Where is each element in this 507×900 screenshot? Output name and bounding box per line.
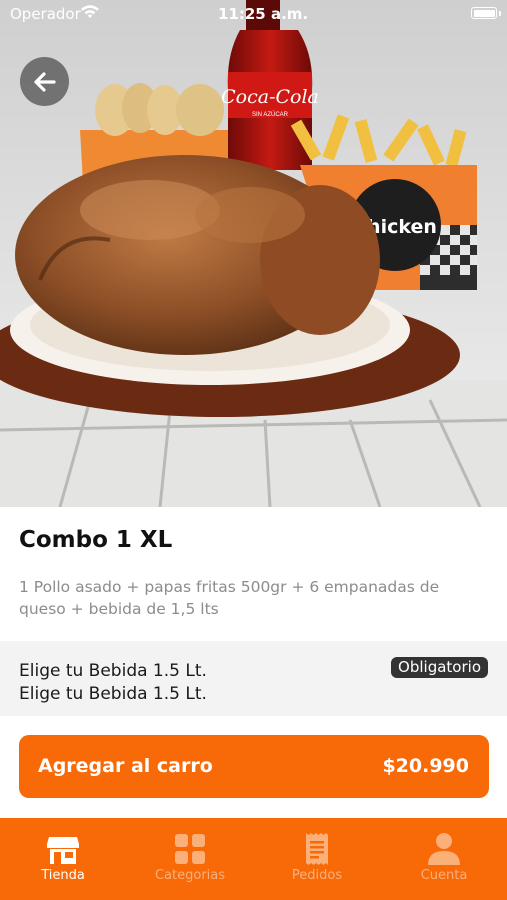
battery-icon	[471, 7, 497, 19]
required-badge: Obligatorio	[391, 657, 488, 678]
carrier-name: Operador	[10, 5, 81, 23]
product-image: Coca-Cola SIN AZÚCAR Chicken	[0, 0, 507, 507]
tab-categorias[interactable]: Categorias	[127, 818, 253, 900]
option-label: Elige tu Bebida 1.5 Lt.	[19, 661, 207, 681]
product-title: Combo 1 XL	[19, 527, 173, 553]
arrow-left-icon	[33, 71, 56, 92]
cart-price: $20.990	[382, 755, 469, 777]
tab-bar: Tienda Categorias Pedidos Cuenta	[0, 818, 507, 900]
tab-pedidos[interactable]: Pedidos	[254, 818, 380, 900]
grid-icon	[175, 834, 205, 864]
tab-cuenta[interactable]: Cuenta	[381, 818, 507, 900]
add-to-cart-button[interactable]: Agregar al carro $20.990	[19, 735, 489, 798]
tab-label-cuenta: Cuenta	[420, 868, 468, 883]
tab-label-pedidos: Pedidos	[291, 868, 343, 883]
drink-option-section[interactable]: Elige tu Bebida 1.5 Lt. Elige tu Bebida …	[0, 641, 507, 716]
bottle-sub-label: SIN AZÚCAR	[252, 111, 289, 118]
tab-tienda[interactable]: Tienda	[0, 818, 126, 900]
back-button[interactable]	[20, 57, 69, 106]
option-label-secondary: Elige tu Bebida 1.5 Lt.	[19, 684, 207, 704]
user-icon	[428, 833, 460, 865]
wifi-icon	[80, 4, 100, 24]
tab-label-tienda: Tienda	[41, 868, 85, 883]
status-time: 11:25 a.m.	[218, 5, 309, 23]
product-description: 1 Pollo asado + papas fritas 500gr + 6 e…	[19, 578, 440, 618]
add-to-cart-label: Agregar al carro	[38, 755, 213, 777]
bottle-brand-label: Coca-Cola	[221, 86, 319, 108]
battery-nub	[499, 11, 501, 16]
product-photo-illustration: Coca-Cola SIN AZÚCAR Chicken	[0, 0, 507, 507]
store-icon	[47, 837, 79, 864]
receipt-icon	[306, 833, 328, 865]
tab-label-categorias: Categorias	[154, 868, 226, 883]
status-bar: Operador 11:25 a.m.	[0, 0, 507, 28]
